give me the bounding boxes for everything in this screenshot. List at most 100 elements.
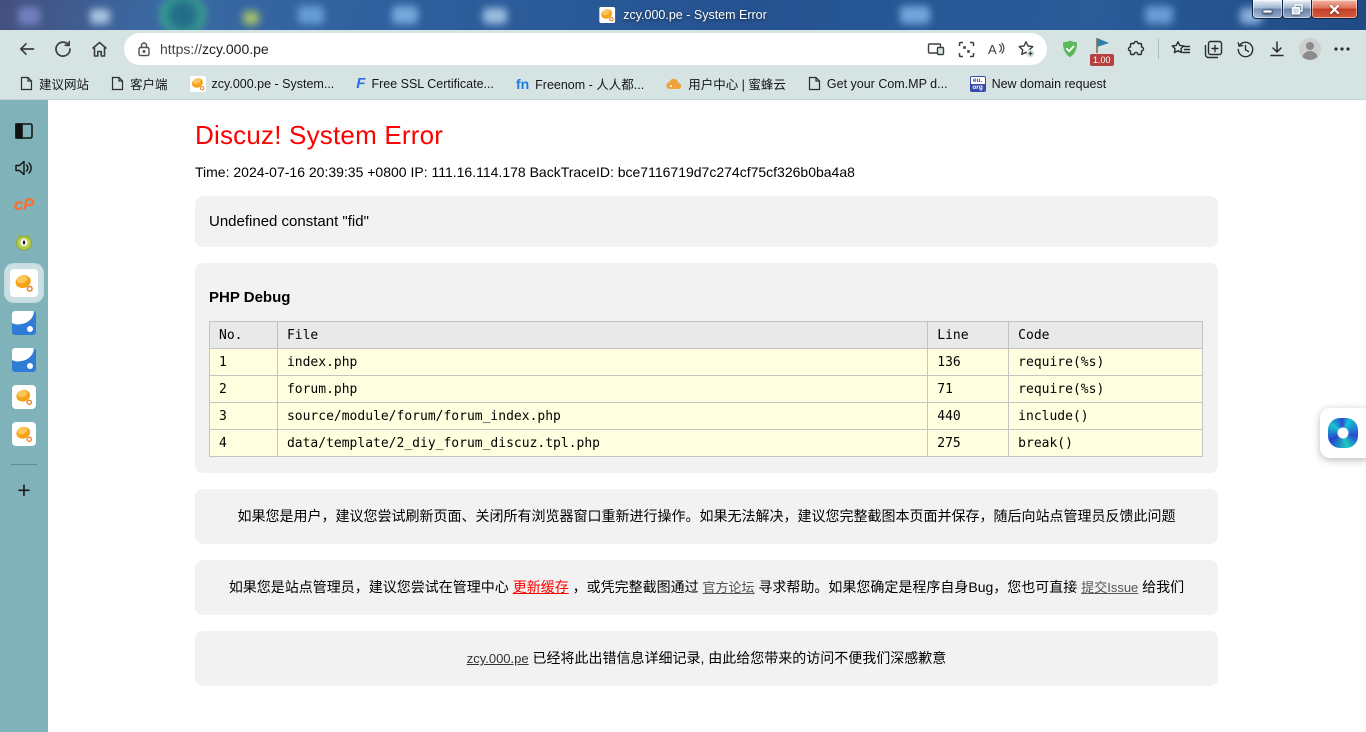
read-aloud-icon: A — [987, 41, 1006, 57]
sidebar-discuz-item[interactable] — [9, 419, 39, 449]
titlebar-blur-decoration — [298, 6, 324, 24]
add-favorite-button[interactable] — [1011, 35, 1041, 63]
titlebar-blur-decoration — [160, 0, 206, 30]
restore-button[interactable] — [1282, 0, 1312, 19]
bookmark-label: 客户端 — [130, 74, 168, 93]
edge-sidebar: cP + — [0, 100, 48, 732]
cell-line: 71 — [928, 376, 1009, 403]
update-cache-link[interactable]: 更新缓存 — [513, 579, 569, 595]
bookmark-label: Freenom - 人人都... — [535, 74, 644, 93]
shield-check-icon — [1060, 39, 1080, 59]
web-capture-button[interactable] — [951, 35, 981, 63]
titlebar-blur-decoration — [392, 6, 418, 24]
discuz-favicon — [190, 76, 206, 92]
refresh-button[interactable] — [46, 33, 80, 65]
table-row: 1 index.php 136 require(%s) — [210, 349, 1203, 376]
adguard-extension-button[interactable] — [1055, 33, 1085, 65]
device-preview-button[interactable] — [921, 35, 951, 63]
favorites-button[interactable] — [1166, 33, 1196, 65]
cell-code: include() — [1009, 403, 1203, 430]
cell-file: index.php — [277, 349, 927, 376]
home-button[interactable] — [82, 33, 116, 65]
cell-no: 3 — [210, 403, 278, 430]
collections-icon — [1204, 40, 1223, 59]
settings-menu-button[interactable] — [1328, 33, 1356, 65]
footer-notice-box: zcy.000.pe 已经将此出错信息详细记录, 由此给您带来的访问不便我们深感… — [195, 631, 1218, 686]
web-capture-icon — [958, 41, 975, 58]
titlebar-blur-decoration — [900, 6, 930, 24]
submit-issue-link[interactable]: 提交Issue — [1081, 580, 1138, 595]
discuz-favicon — [10, 269, 38, 297]
table-row: 2 forum.php 71 require(%s) — [210, 376, 1203, 403]
freenom-icon: fn — [516, 76, 529, 92]
bookmark-item[interactable]: eu. org New domain request — [962, 71, 1115, 97]
sidebar-cpanel-item[interactable]: cP — [9, 190, 39, 220]
extensions-menu-button[interactable] — [1121, 33, 1151, 65]
cloud-icon — [666, 78, 682, 90]
collections-button[interactable] — [1198, 33, 1228, 65]
home-icon — [90, 40, 109, 59]
cpanel-icon: cP — [14, 195, 35, 215]
sidebar-discuz-item-active[interactable] — [5, 264, 43, 302]
profile-button[interactable] — [1294, 33, 1326, 65]
sidebar-divider — [11, 464, 37, 465]
main-area: cP + Discuz — [0, 100, 1366, 732]
rate-extension-button[interactable]: 1.00 — [1087, 33, 1119, 65]
cell-line: 275 — [928, 430, 1009, 457]
url-scheme: https:// — [160, 41, 202, 57]
downloads-button[interactable] — [1262, 33, 1292, 65]
window-controls — [1253, 0, 1358, 19]
col-header-file: File — [277, 322, 927, 349]
site-link[interactable]: zcy.000.pe — [467, 651, 529, 666]
refresh-icon — [54, 40, 72, 58]
sidebar-audio-button[interactable] — [9, 153, 39, 183]
titlebar-blur-decoration — [18, 7, 40, 25]
table-row: 3 source/module/forum/forum_index.php 44… — [210, 403, 1203, 430]
url-text[interactable]: https://zcy.000.pe — [160, 41, 921, 57]
back-button[interactable] — [10, 33, 44, 65]
minimize-button[interactable] — [1252, 0, 1283, 19]
sidebar-monster-item[interactable] — [9, 227, 39, 257]
window-title-text: zcy.000.pe - System Error — [623, 8, 767, 22]
bookmark-label: 用户中心 | 蜜蜂云 — [688, 74, 786, 93]
assistant-floating-button[interactable] — [1320, 408, 1366, 458]
read-aloud-glyph: A — [988, 42, 997, 57]
bookmark-item[interactable]: 客户端 — [103, 71, 176, 97]
bookmark-label: zcy.000.pe - System... — [212, 77, 335, 91]
close-button[interactable] — [1311, 0, 1358, 19]
error-message-box: Undefined constant "fid" — [195, 196, 1218, 247]
official-forum-link[interactable]: 官方论坛 — [702, 580, 754, 595]
bookmark-item[interactable]: Get your Com.MP d... — [800, 71, 956, 97]
php-debug-title: PHP Debug — [209, 289, 1204, 306]
cell-code: require(%s) — [1009, 376, 1203, 403]
sidebar-add-button[interactable]: + — [9, 475, 39, 505]
favorites-star-list-icon — [1171, 40, 1191, 58]
sidebar-site-item[interactable] — [9, 345, 39, 375]
toolbar-divider — [1158, 39, 1159, 59]
read-aloud-button[interactable]: A — [981, 35, 1011, 63]
sidebar-site-item[interactable] — [9, 308, 39, 338]
bookmark-item[interactable]: 建议网站 — [12, 71, 97, 97]
flag-icon — [1093, 36, 1113, 54]
user-notice-text: 如果您是用户，建议您尝试刷新页面、关闭所有浏览器窗口重新进行操作。如果无法解决，… — [238, 508, 1176, 524]
bookmark-item[interactable]: zcy.000.pe - System... — [182, 71, 343, 97]
titlebar-blur-decoration — [483, 8, 507, 24]
bookmark-item[interactable]: fn Freenom - 人人都... — [508, 71, 652, 97]
euorg-top-text: eu. — [971, 77, 985, 84]
cell-no: 2 — [210, 376, 278, 403]
sidebar-discuz-item[interactable] — [9, 382, 39, 412]
lock-icon[interactable] — [137, 41, 151, 57]
address-bar[interactable]: https://zcy.000.pe A — [124, 33, 1047, 65]
history-button[interactable] — [1230, 33, 1260, 65]
bookmark-item[interactable]: 用户中心 | 蜜蜂云 — [658, 71, 794, 97]
footer-notice-text: 已经将此出错信息详细记录, 由此给您带来的访问不便我们深感歉意 — [529, 650, 947, 666]
user-notice-box: 如果您是用户，建议您尝试刷新页面、关闭所有浏览器窗口重新进行操作。如果无法解决，… — [195, 489, 1218, 544]
navigation-toolbar: https://zcy.000.pe A — [0, 30, 1366, 68]
bookmark-item[interactable]: F Free SSL Certificate... — [348, 71, 502, 97]
bookmarks-bar: 建议网站 客户端 zcy.000.pe - System... F Free S… — [0, 68, 1366, 100]
cell-line: 136 — [928, 349, 1009, 376]
col-header-line: Line — [928, 322, 1009, 349]
active-tab[interactable]: zcy.000.pe - System Error — [599, 0, 767, 30]
avatar — [1299, 38, 1321, 60]
sidebar-toggle-button[interactable] — [9, 116, 39, 146]
